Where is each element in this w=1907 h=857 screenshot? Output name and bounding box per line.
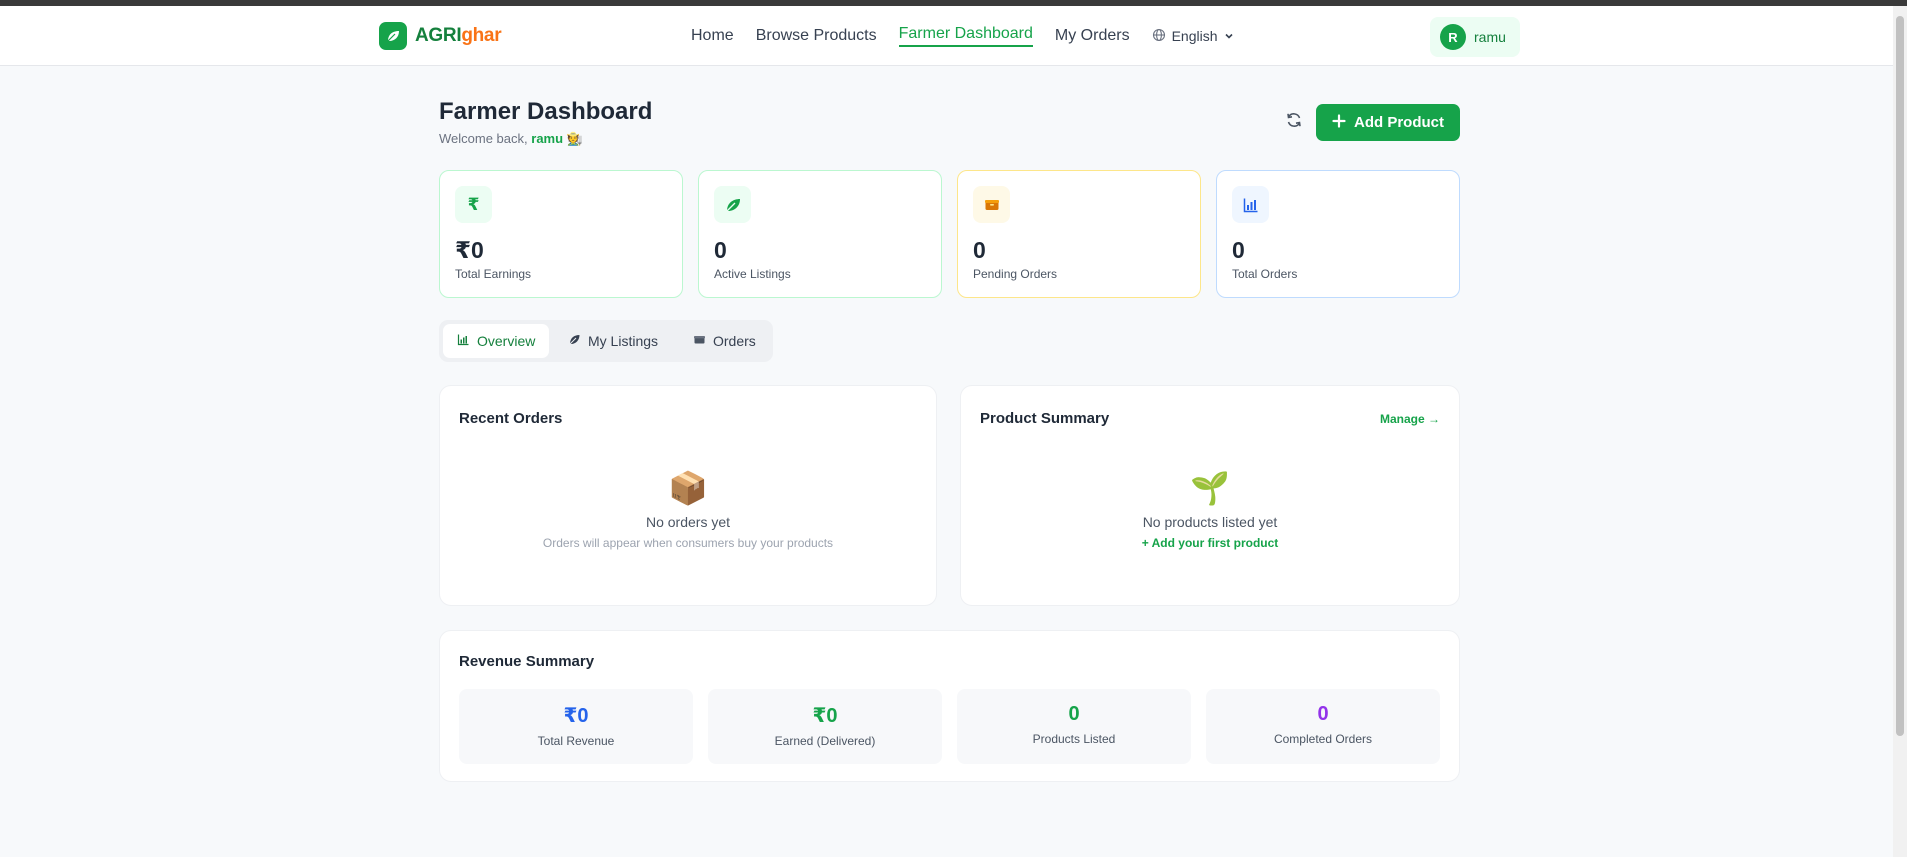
empty-title: No orders yet	[645, 514, 731, 530]
revenue-value: ₹0	[563, 705, 589, 727]
user-menu[interactable]: R ramu	[1430, 17, 1520, 57]
refresh-button[interactable]	[1283, 111, 1305, 133]
revenue-value: ₹0	[812, 705, 838, 727]
page-scrollbar[interactable]	[1893, 6, 1907, 857]
leaf-logo-icon	[379, 22, 407, 50]
revenue-total: ₹0 Total Revenue	[459, 689, 693, 764]
plus-icon	[1332, 113, 1346, 132]
stat-label: Total Orders	[1232, 267, 1298, 281]
farmer-emoji: 🧑‍🌾	[566, 131, 583, 146]
nav-home[interactable]: Home	[691, 27, 734, 45]
tab-my-listings-label: My Listings	[588, 333, 659, 349]
product-summary-panel: Product Summary Manage → 🌱 No products l…	[960, 385, 1460, 606]
dashboard-tabs: Overview My Listings Orders	[439, 320, 773, 362]
leaf-icon	[568, 333, 581, 349]
stat-value: 0	[973, 237, 986, 263]
revenue-label: Completed Orders	[1273, 732, 1373, 746]
scrollbar-thumb[interactable]	[1896, 16, 1904, 736]
revenue-label: Earned (Delivered)	[774, 734, 876, 748]
main-nav: Home Browse Products Farmer Dashboard My…	[691, 25, 1234, 47]
brand-part-2: ghar	[461, 25, 502, 46]
revenue-earned-delivered: ₹0 Earned (Delivered)	[708, 689, 942, 764]
language-selector[interactable]: English	[1152, 28, 1234, 45]
leaf-icon	[714, 186, 751, 223]
revenue-summary-title: Revenue Summary	[459, 653, 595, 670]
empty-title: No products listed yet	[1142, 514, 1278, 530]
empty-subtitle: Orders will appear when consumers buy yo…	[542, 536, 834, 550]
revenue-label: Products Listed	[1032, 732, 1116, 746]
brand-part-1: AGRI	[415, 25, 462, 46]
revenue-label: Total Revenue	[537, 734, 615, 748]
chevron-down-icon	[1224, 28, 1234, 44]
stat-card-total-orders: 0 Total Orders	[1216, 170, 1460, 298]
welcome-message: Welcome back, ramu 🧑‍🌾	[439, 131, 583, 147]
stat-value: ₹0	[455, 237, 484, 263]
avatar: R	[1440, 24, 1466, 50]
globe-icon	[1152, 28, 1166, 45]
revenue-summary-panel: Revenue Summary ₹0 Total Revenue ₹0 Earn…	[439, 630, 1460, 782]
stat-label: Pending Orders	[973, 267, 1058, 281]
brand-logo[interactable]: AGRIghar	[379, 22, 502, 50]
revenue-value: 0	[1317, 703, 1329, 725]
stat-card-pending-orders: 0 Pending Orders	[957, 170, 1201, 298]
chart-icon	[1232, 186, 1269, 223]
box-icon	[693, 333, 706, 349]
brand-name: AGRIghar	[415, 25, 502, 47]
nav-farmer-dashboard[interactable]: Farmer Dashboard	[898, 25, 1033, 47]
welcome-user-name: ramu	[531, 131, 564, 146]
seedling-icon: 🌱	[1190, 470, 1230, 506]
language-label: English	[1171, 28, 1218, 44]
box-icon	[973, 186, 1010, 223]
stat-label: Total Earnings	[455, 267, 532, 281]
revenue-completed-orders: 0 Completed Orders	[1206, 689, 1440, 764]
stat-card-active-listings: 0 Active Listings	[698, 170, 942, 298]
nav-browse-products[interactable]: Browse Products	[756, 27, 877, 45]
refresh-icon	[1285, 111, 1303, 134]
add-first-product-link[interactable]: + Add your first product	[1142, 536, 1279, 550]
recent-orders-title: Recent Orders	[459, 410, 563, 427]
tab-orders-label: Orders	[713, 333, 756, 349]
manage-products-link[interactable]: Manage →	[1380, 412, 1440, 426]
revenue-products-listed: 0 Products Listed	[957, 689, 1191, 764]
revenue-value: 0	[1068, 703, 1080, 725]
recent-orders-empty-state: 📦 No orders yet Orders will appear when …	[440, 472, 936, 550]
tab-overview-label: Overview	[477, 333, 536, 349]
product-summary-empty-state: 🌱 No products listed yet + Add your firs…	[961, 472, 1459, 552]
page-title: Farmer Dashboard	[439, 98, 653, 125]
recent-orders-panel: Recent Orders 📦 No orders yet Orders wil…	[439, 385, 937, 606]
tab-overview[interactable]: Overview	[443, 324, 550, 358]
chart-icon	[457, 333, 470, 349]
stat-card-total-earnings: ₹ ₹0 Total Earnings	[439, 170, 683, 298]
stat-value: 0	[714, 237, 727, 263]
nav-my-orders[interactable]: My Orders	[1055, 27, 1130, 45]
add-product-label: Add Product	[1354, 114, 1444, 131]
rupee-icon: ₹	[455, 186, 492, 223]
tab-my-listings[interactable]: My Listings	[554, 324, 672, 358]
product-summary-title: Product Summary	[980, 410, 1110, 427]
add-product-button[interactable]: Add Product	[1316, 104, 1460, 141]
user-name: ramu	[1474, 29, 1506, 45]
top-navbar: AGRIghar Home Browse Products Farmer Das…	[0, 6, 1893, 66]
stat-label: Active Listings	[714, 267, 791, 281]
package-icon: 📦	[668, 470, 708, 506]
stat-value: 0	[1232, 237, 1245, 263]
welcome-prefix: Welcome back,	[439, 131, 528, 146]
tab-orders[interactable]: Orders	[679, 324, 770, 358]
